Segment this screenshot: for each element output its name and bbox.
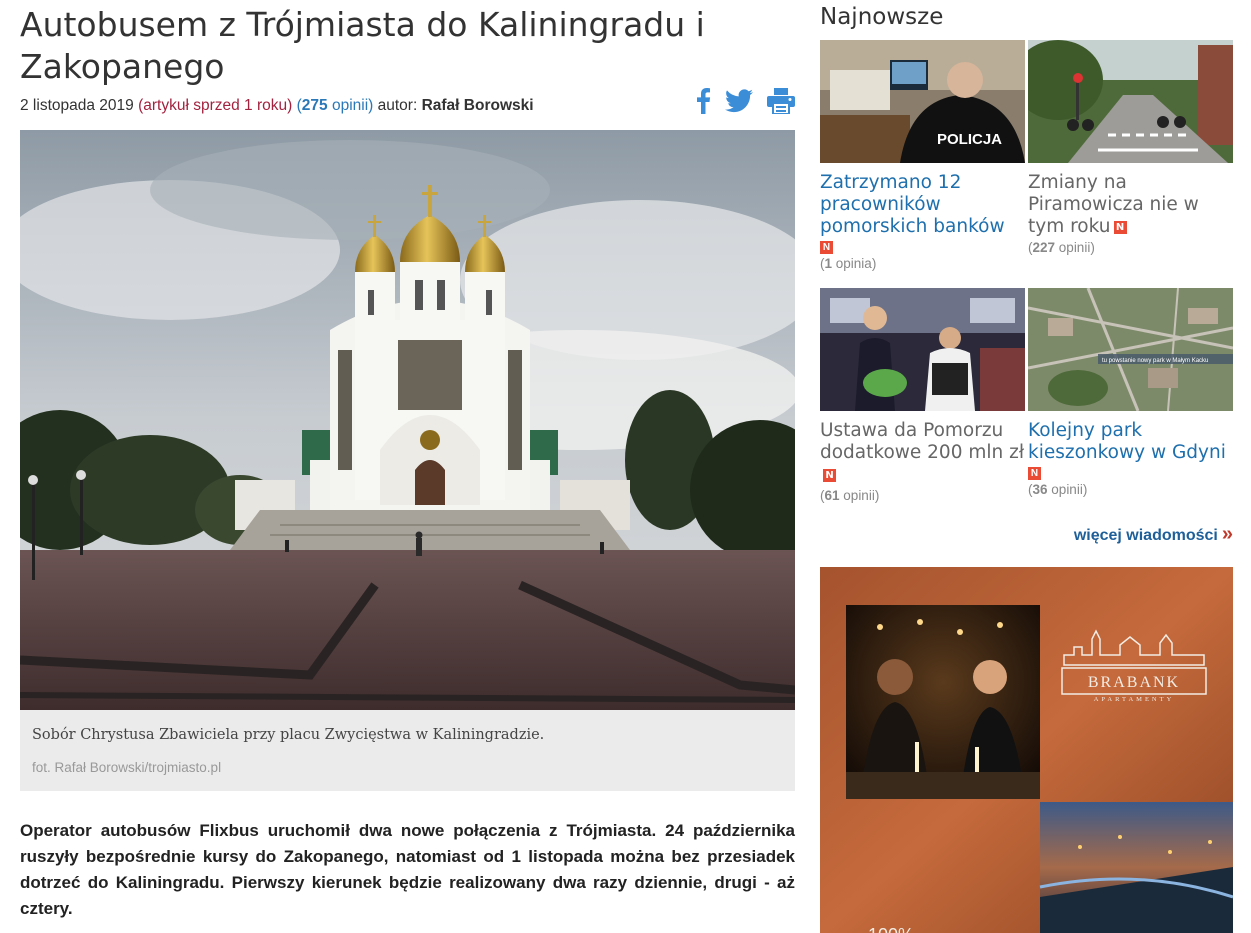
share-bar bbox=[695, 88, 795, 122]
news-title: Zatrzymano 12 pracowników pomorskich ban… bbox=[820, 172, 1005, 237]
ad-brand-sub: APARTAMENTY bbox=[1094, 696, 1175, 703]
news-opinions[interactable]: (227 opinii) bbox=[1028, 240, 1233, 255]
news-opinions[interactable]: (1 opinia) bbox=[820, 256, 1025, 271]
opinions-link[interactable]: (275 opinii) bbox=[297, 97, 374, 114]
news-thumbnail[interactable] bbox=[1028, 40, 1233, 163]
news-tile[interactable]: Ustawa da Pomorzu dodatkowe 200 mln złN … bbox=[820, 288, 1025, 503]
new-badge: N bbox=[1028, 467, 1041, 480]
author-label: autor: bbox=[377, 97, 418, 114]
new-badge: N bbox=[823, 468, 836, 482]
opinions-count[interactable]: 275 bbox=[302, 97, 328, 114]
sidebar-title: Najnowsze bbox=[820, 4, 944, 30]
article-date: 2 listopada 2019 bbox=[20, 97, 134, 114]
news-opinions[interactable]: (61 opinii) bbox=[820, 488, 1025, 503]
article-photo[interactable] bbox=[20, 130, 795, 710]
news-thumbnail[interactable]: POLICJA bbox=[820, 40, 1025, 163]
more-news-link[interactable]: więcej wiadomości» bbox=[820, 523, 1233, 546]
news-tile[interactable]: Zmiany na Piramowicza nie w tym roku N (2… bbox=[1028, 40, 1233, 255]
news-title: Kolejny park kieszonkowy w Gdyni bbox=[1028, 420, 1226, 463]
police-label: POLICJA bbox=[937, 131, 1002, 148]
caption-text: Sobór Chrystusa Zbawiciela przy placu Zw… bbox=[32, 727, 545, 743]
news-thumbnail[interactable] bbox=[820, 288, 1025, 411]
ad-brand: BRABANK bbox=[1088, 674, 1180, 691]
article-age: (artykuł sprzed 1 roku) bbox=[138, 97, 293, 114]
ad-bottom-text: 100% bbox=[868, 925, 914, 933]
sidebar: Najnowsze bbox=[820, 0, 1233, 30]
photo-credit: fot. Rafał Borowski/trojmiasto.pl bbox=[32, 760, 222, 775]
print-icon[interactable] bbox=[767, 88, 795, 122]
facebook-icon[interactable] bbox=[695, 88, 711, 122]
map-label: tu powstanie nowy park w Małym Kacku bbox=[1102, 358, 1208, 364]
more-news-label: więcej wiadomości bbox=[1073, 527, 1218, 544]
photo-caption: Sobór Chrystusa Zbawiciela przy placu Zw… bbox=[20, 710, 795, 791]
twitter-icon[interactable] bbox=[725, 89, 753, 121]
author-name[interactable]: Rafał Borowski bbox=[422, 97, 534, 114]
article-meta: 2 listopada 2019 (artykuł sprzed 1 roku)… bbox=[20, 88, 795, 118]
article-lead: Operator autobusów Flixbus uruchomił dwa… bbox=[20, 821, 795, 918]
news-opinions[interactable]: (36 opinii) bbox=[1028, 482, 1233, 497]
news-thumbnail[interactable]: tu powstanie nowy park w Małym Kacku bbox=[1028, 288, 1233, 411]
new-badge: N bbox=[1113, 220, 1127, 234]
news-tile[interactable]: tu powstanie nowy park w Małym Kacku Kol… bbox=[1028, 288, 1233, 497]
news-title: Ustawa da Pomorzu dodatkowe 200 mln zł bbox=[820, 420, 1025, 463]
news-tile[interactable]: POLICJA Zatrzymano 12 pracowników pomors… bbox=[820, 40, 1025, 271]
advertisement-banner[interactable]: BRABANK APARTAMENTY 100% bbox=[820, 567, 1233, 933]
article-title: Autobusem z Trójmiasta do Kaliningradu i… bbox=[20, 5, 705, 86]
double-chevron-right-icon: » bbox=[1221, 523, 1233, 545]
new-badge: N bbox=[820, 241, 833, 254]
article: Autobusem z Trójmiasta do Kaliningradu i… bbox=[20, 0, 795, 118]
